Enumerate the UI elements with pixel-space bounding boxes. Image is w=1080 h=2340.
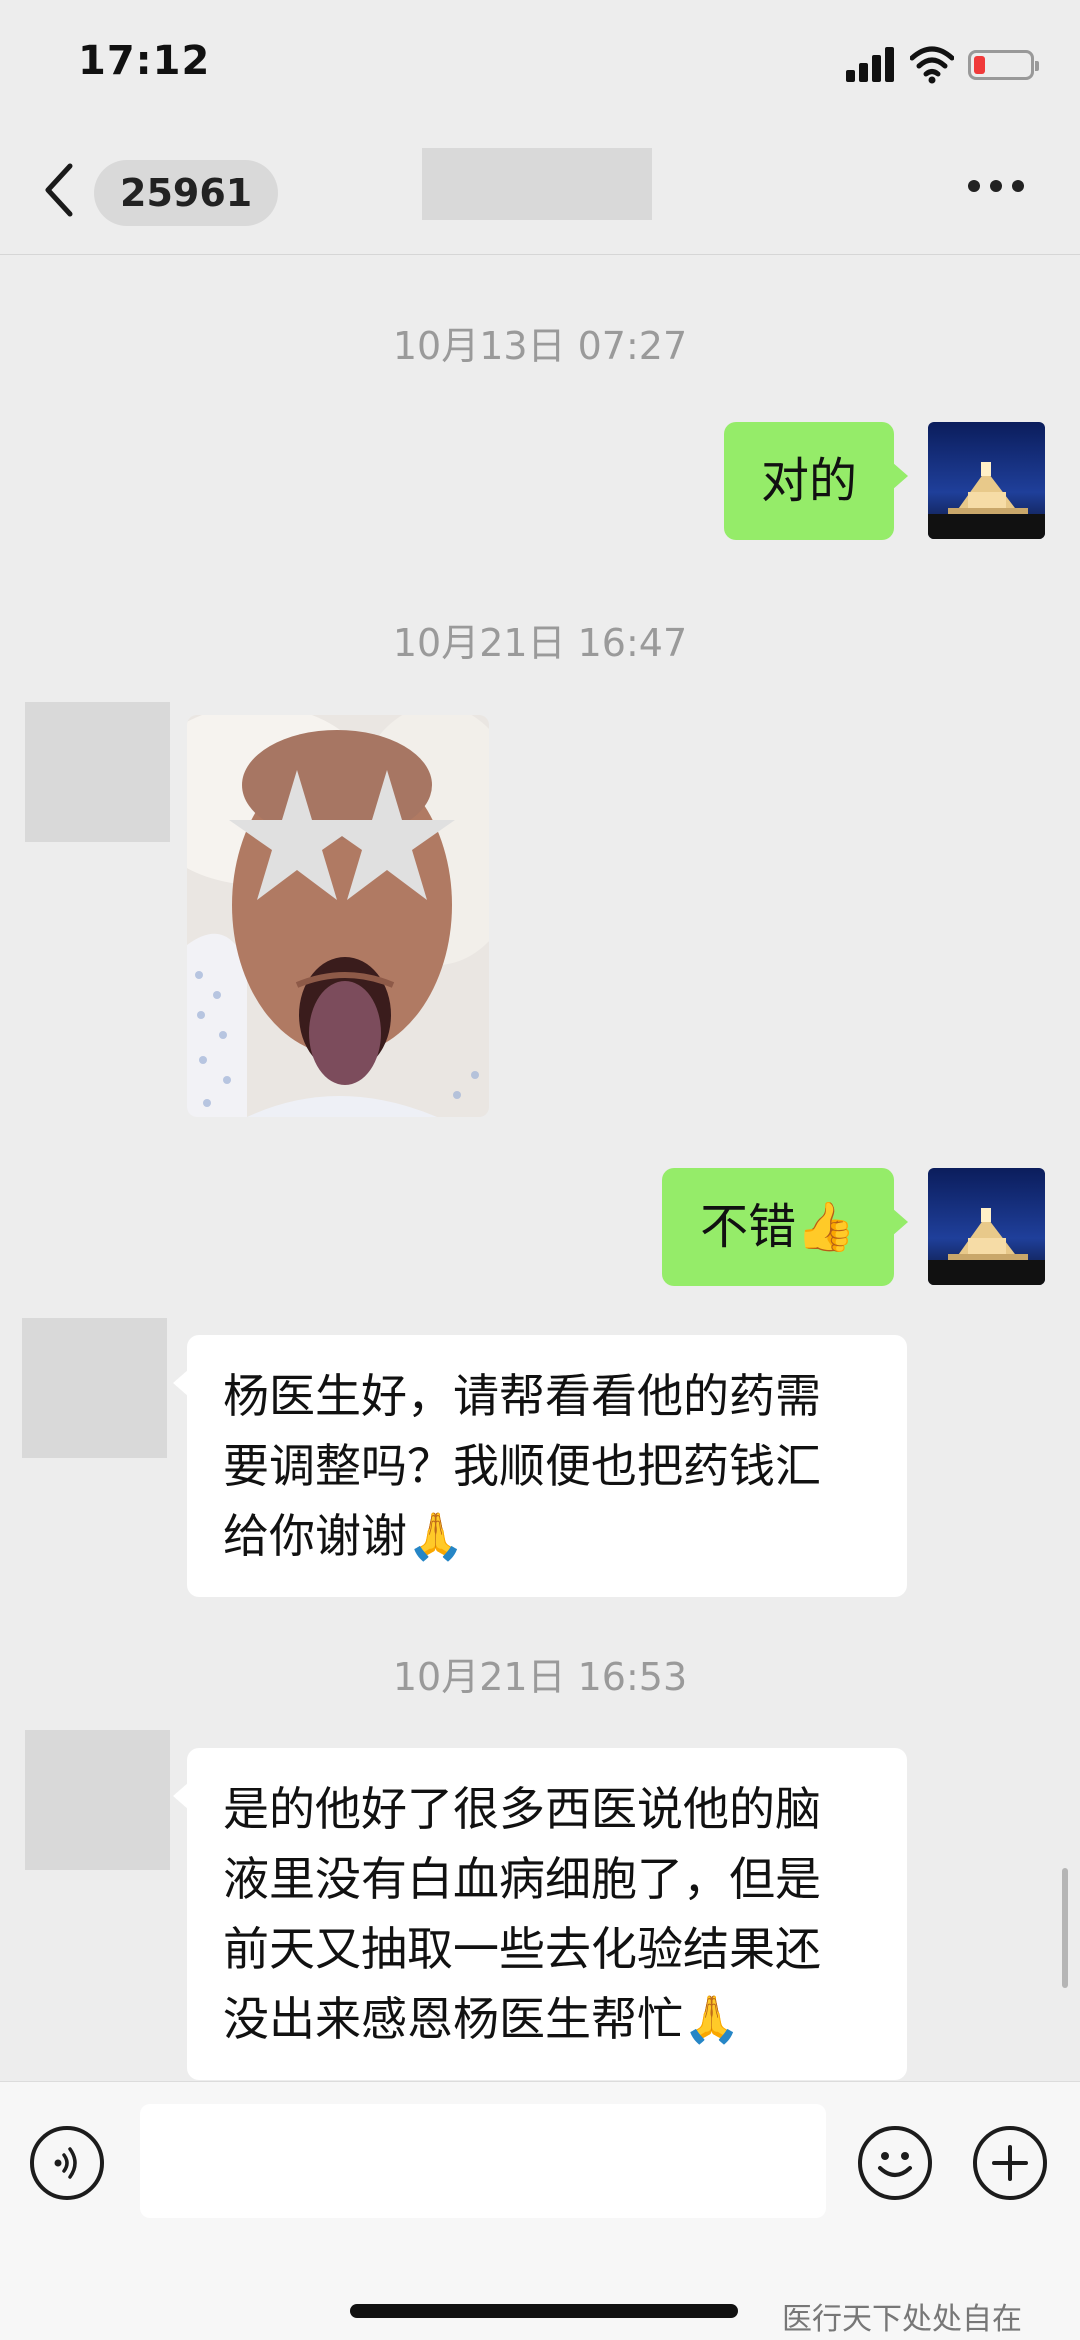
battery-icon — [968, 50, 1039, 80]
message-text-line: 给你谢谢🙏 — [223, 1509, 465, 1563]
plus-sign-icon — [992, 2145, 1028, 2181]
smiley-face-icon — [878, 2152, 912, 2177]
wifi-icon — [910, 46, 954, 84]
status-bar: 17:12 — [0, 0, 1080, 130]
chat-message-list[interactable]: 10月13日 07:27 对的 10月21日 16:47 不错👍 杨医生好，请帮… — [0, 255, 1080, 2080]
message-text-line: 没出来感恩杨医生帮忙🙏 — [223, 1992, 741, 2046]
message-text-line: 要调整吗？我顺便也把药钱汇 — [223, 1439, 821, 1493]
home-indicator[interactable] — [350, 2304, 738, 2318]
contact-avatar-redacted[interactable] — [25, 1730, 170, 1870]
chat-scrollbar[interactable] — [1062, 1868, 1068, 1988]
back-arrow-icon[interactable] — [38, 160, 82, 220]
message-text-input[interactable] — [140, 2104, 826, 2218]
more-options-icon[interactable] — [968, 180, 1028, 196]
message-text-line: 杨医生好，请帮看看他的药需 — [223, 1369, 821, 1423]
chat-title-redacted — [422, 148, 652, 220]
outgoing-message-bubble[interactable]: 不错👍 — [662, 1168, 908, 1286]
message-timestamp: 10月13日 07:27 — [392, 324, 688, 368]
contact-avatar-redacted[interactable] — [22, 1318, 167, 1458]
incoming-message-bubble[interactable]: 杨医生好，请帮看看他的药需 要调整吗？我顺便也把药钱汇 给你谢谢🙏 — [173, 1335, 907, 1597]
emoji-icon[interactable] — [858, 2126, 932, 2200]
self-avatar[interactable] — [928, 422, 1045, 539]
temple-night-avatar-image — [928, 422, 1045, 539]
patient-tongue-photo[interactable] — [187, 715, 489, 1117]
chat-header: 25961 — [0, 130, 1080, 255]
message-timestamp: 10月21日 16:53 — [392, 1655, 688, 1699]
status-time: 17:12 — [78, 38, 211, 84]
message-text-line: 前天又抽取一些去化验结果还 — [223, 1922, 821, 1976]
watermark-text: 医行天下处处自在 — [782, 2302, 1022, 2337]
temple-night-avatar-image — [928, 1168, 1045, 1285]
voice-icon[interactable] — [30, 2126, 104, 2200]
unread-count-badge[interactable]: 25961 — [94, 160, 279, 226]
battery-level — [974, 56, 985, 74]
message-timestamp: 10月21日 16:47 — [392, 621, 688, 665]
message-text-line: 液里没有白血病细胞了，但是 — [223, 1852, 821, 1906]
self-avatar[interactable] — [928, 1168, 1045, 1285]
incoming-message-bubble[interactable]: 是的他好了很多西医说他的脑 液里没有白血病细胞了，但是 前天又抽取一些去化验结果… — [173, 1748, 907, 2080]
cellular-signal-icon — [846, 46, 898, 82]
plus-icon[interactable] — [973, 2126, 1047, 2200]
voice-waves-icon — [54, 2147, 77, 2179]
patient-photo-image — [187, 715, 489, 1117]
message-text-line: 是的他好了很多西医说他的脑 — [223, 1782, 821, 1836]
message-input-bar: 医行天下处处自在 — [0, 2081, 1080, 2340]
contact-avatar-redacted[interactable] — [25, 702, 170, 842]
outgoing-message-bubble[interactable]: 对的 — [724, 422, 908, 540]
